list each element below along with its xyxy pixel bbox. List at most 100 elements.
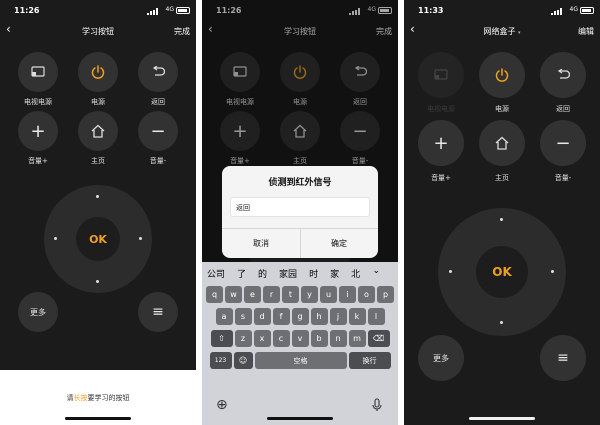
suggestion-item[interactable]: 家园 [279,267,297,280]
home-indicator [267,417,333,420]
key-t[interactable]: t [282,286,299,303]
cancel-button[interactable]: 取消 [222,228,300,258]
status-time: 11:26 [14,6,40,15]
key-e[interactable]: e [244,286,261,303]
suggestion-item[interactable]: 时 [309,267,318,280]
tv-power-button[interactable] [18,52,58,92]
back-button[interactable] [540,52,586,98]
suggestion-item[interactable]: 公司 [207,267,225,280]
suggestion-item[interactable]: 家 [330,267,339,280]
key-row-4: 123 ☺ 空格 换行 [202,352,398,369]
more-button[interactable]: 更多 [18,292,58,332]
back-button[interactable] [138,52,178,92]
device-title-text: 网络盒子 [483,27,516,36]
suggestion-item[interactable]: 了 [237,267,246,280]
key-n[interactable]: n [329,330,347,347]
button-name-input[interactable]: 返回 [230,197,370,217]
back-label: 返回 [151,98,165,106]
home-indicator [469,417,535,420]
power-button[interactable] [479,52,525,98]
direction-pad[interactable]: OK [438,208,566,336]
home-indicator [65,417,131,420]
back-label: 返回 [556,105,570,113]
key-w[interactable]: w [225,286,242,303]
key-s[interactable]: s [234,308,252,325]
key-g[interactable]: g [291,308,309,325]
battery-icon [580,7,594,14]
key-q[interactable]: q [206,286,223,303]
key-f[interactable]: f [272,308,290,325]
device-title[interactable]: 网络盒子 ▾ [404,26,600,37]
more-button[interactable]: 更多 [418,335,464,381]
emoji-key-icon[interactable]: ☺ [233,352,253,369]
key-x[interactable]: x [253,330,271,347]
key-r[interactable]: r [263,286,280,303]
key-a[interactable]: a [215,308,233,325]
tv-input-icon [434,69,448,80]
key-m[interactable]: m [348,330,366,347]
done-button[interactable]: 完成 [174,26,190,37]
key-o[interactable]: o [358,286,375,303]
confirm-button[interactable]: 确定 [300,228,378,258]
home-button[interactable] [479,120,525,166]
key-z[interactable]: z [234,330,252,347]
key-h[interactable]: h [310,308,328,325]
key-v[interactable]: v [291,330,309,347]
menu-button[interactable]: ≡ [540,335,586,381]
menu-icon: ≡ [557,350,569,366]
hint-post: 要学习的按钮 [87,394,130,402]
ok-button[interactable]: OK [476,246,528,298]
down-arrow-dot[interactable] [96,280,99,283]
ir-signal-dialog: 侦测到红外信号 返回 取消 确定 [222,166,378,258]
expand-suggestions-icon[interactable]: ⌄ [372,266,380,276]
keyboard-bottom: ⊕ [202,389,398,425]
plus-icon: + [433,132,449,154]
delete-key-icon[interactable]: ⌫ [367,330,390,347]
direction-pad[interactable]: OK [44,185,152,293]
signal-icon [551,8,562,15]
key-y[interactable]: y [301,286,318,303]
microphone-icon[interactable] [372,398,382,412]
status-time: 11:33 [418,6,444,15]
globe-icon[interactable]: ⊕ [216,397,228,413]
hint-pre: 请 [66,394,74,402]
down-arrow-dot[interactable] [500,321,503,324]
volume-down-button[interactable]: − [138,111,178,151]
key-k[interactable]: k [348,308,366,325]
volume-down-label: 音量- [554,174,572,182]
nav-bar: ‹ 学习按钮 完成 [0,22,196,38]
right-arrow-dot[interactable] [139,237,142,240]
key-j[interactable]: j [329,308,347,325]
volume-up-button[interactable]: + [418,120,464,166]
return-key[interactable]: 换行 [348,352,391,369]
numbers-key[interactable]: 123 [209,352,232,369]
volume-up-button[interactable]: + [18,111,58,151]
suggestion-item[interactable]: 的 [258,267,267,280]
volume-down-button[interactable]: − [540,120,586,166]
key-l[interactable]: l [367,308,385,325]
hint-highlight: 长按 [73,394,88,402]
phone-screen-learn-buttons: 11:26 4G ‹ 学习按钮 完成 电视电源 电源 返回 + 音量+ 主页 −… [0,0,196,425]
key-p[interactable]: p [377,286,394,303]
power-button[interactable] [78,52,118,92]
left-arrow-dot[interactable] [449,270,452,273]
home-button[interactable] [78,111,118,151]
key-b[interactable]: b [310,330,328,347]
left-arrow-dot[interactable] [54,237,57,240]
right-arrow-dot[interactable] [551,270,554,273]
key-u[interactable]: u [320,286,337,303]
home-icon [495,136,509,150]
space-key[interactable]: 空格 [254,352,347,369]
volume-down-label: 音量- [149,157,167,165]
phone-screen-network-box: 11:33 4G ‹ 网络盒子 ▾ 编辑 电视电源 电源 返回 + 音量+ 主页… [404,0,600,425]
suggestion-item[interactable]: 北 [351,267,360,280]
up-arrow-dot[interactable] [500,218,503,221]
key-i[interactable]: i [339,286,356,303]
shift-key-icon[interactable]: ⇧ [210,330,233,347]
ok-button[interactable]: OK [76,217,120,261]
key-d[interactable]: d [253,308,271,325]
key-c[interactable]: c [272,330,290,347]
menu-button[interactable]: ≡ [138,292,178,332]
up-arrow-dot[interactable] [96,195,99,198]
edit-button[interactable]: 编辑 [578,26,594,37]
